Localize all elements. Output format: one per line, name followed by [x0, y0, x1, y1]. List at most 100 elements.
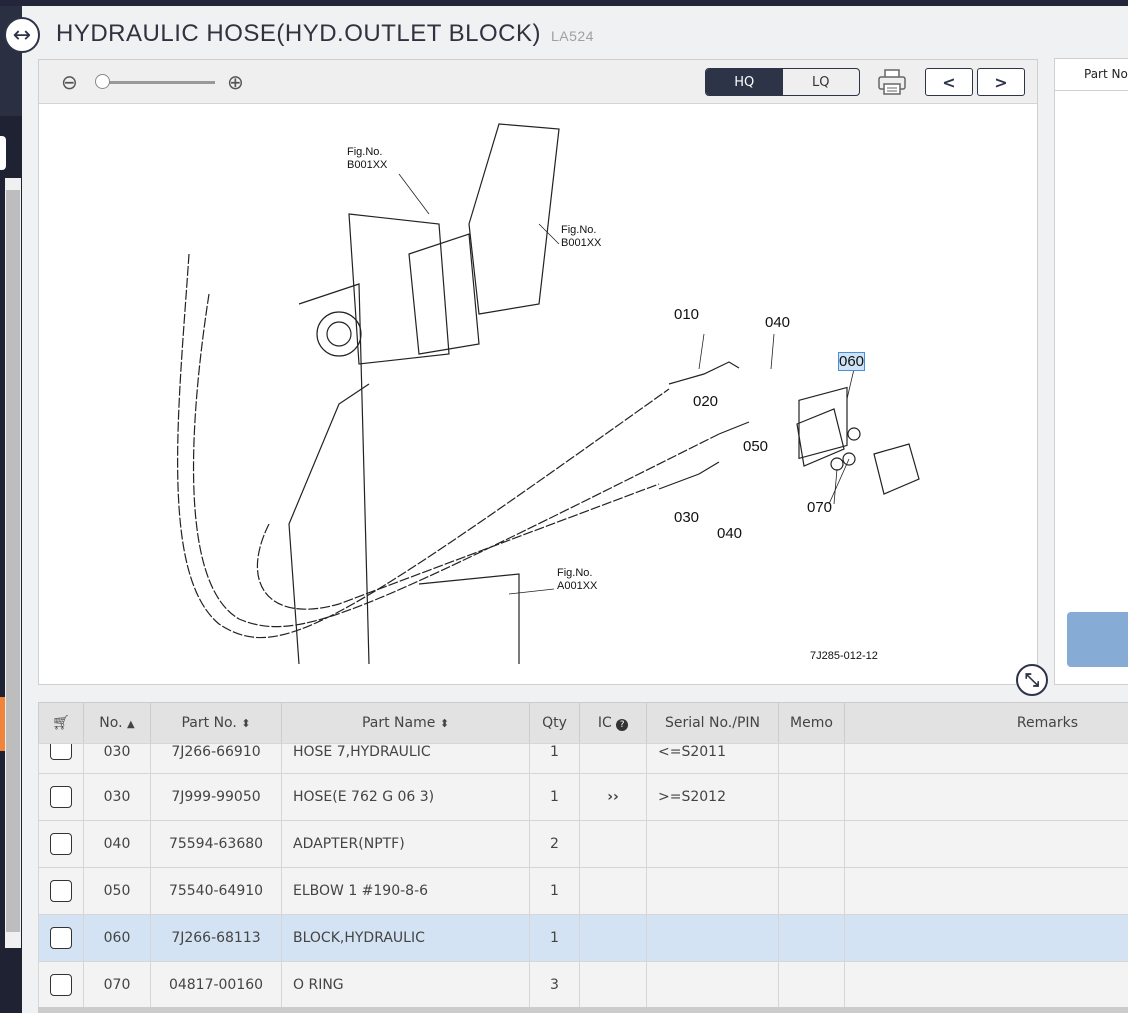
- top-bar: [0, 0, 1128, 6]
- model-code: LA524: [550, 28, 594, 44]
- cell-serial: [646, 961, 779, 1008]
- cell-qty: 1: [529, 914, 580, 962]
- right-panel-button[interactable]: [1067, 612, 1128, 667]
- cell-part-name: ADAPTER(NPTF): [281, 820, 530, 868]
- cell-no: 060: [83, 914, 151, 962]
- column-header-qty: Qty: [529, 702, 580, 745]
- add-to-cart-checkbox[interactable]: [50, 833, 72, 855]
- parts-table-body[interactable]: 030 7J266-66910 HOSE 7,HYDRAULIC 1 <=S2011 03…: [38, 743, 1128, 1008]
- cell-checkbox[interactable]: [38, 867, 84, 915]
- figure-reference-label[interactable]: Fig.No. B001XX: [347, 146, 387, 172]
- diagram-illustration: [177, 123, 920, 665]
- cell-no: 050: [83, 867, 151, 915]
- sidebar-scrollbar[interactable]: [5, 178, 21, 948]
- cell-part-no: 75540-64910: [150, 867, 282, 915]
- part-callout-020[interactable]: 020: [693, 393, 718, 410]
- table-row[interactable]: 030 7J266-66910 HOSE 7,HYDRAULIC 1 <=S2011: [38, 743, 1128, 774]
- scrollbar-thumb[interactable]: [6, 190, 20, 932]
- drawing-number: 7J285-012-12: [810, 650, 878, 662]
- add-to-cart-checkbox[interactable]: [50, 744, 72, 760]
- next-button[interactable]: >: [977, 68, 1025, 96]
- add-to-cart-checkbox[interactable]: [50, 927, 72, 949]
- chevron-left-icon: <: [942, 72, 956, 92]
- add-to-cart-checkbox[interactable]: [50, 786, 72, 808]
- figure-reference-label[interactable]: Fig.No. B001XX: [561, 224, 601, 250]
- cell-no: 030: [83, 773, 151, 821]
- parts-table: 030 7J266-66910 HOSE 7,HYDRAULIC 1 <=S2011 03…: [38, 743, 1128, 1008]
- header-label: Part Name: [361, 714, 436, 731]
- column-header-no[interactable]: No. ▲: [83, 702, 151, 745]
- horizontal-scrollbar[interactable]: [38, 1007, 1128, 1013]
- table-row[interactable]: 040 75594-63680 ADAPTER(NPTF) 2: [38, 820, 1128, 868]
- cell-no: 030: [83, 743, 151, 774]
- cell-checkbox[interactable]: [38, 773, 84, 821]
- cell-ic[interactable]: ››: [579, 773, 647, 821]
- sort-asc-icon: ▲: [127, 718, 135, 730]
- cell-serial: [646, 820, 779, 868]
- cell-checkbox[interactable]: [38, 914, 84, 962]
- cell-part-no: 7J999-99050: [150, 773, 282, 821]
- cell-checkbox[interactable]: [38, 743, 84, 774]
- column-header-ic: IC ?: [579, 702, 647, 745]
- cell-ic: [579, 820, 647, 868]
- cell-qty: 1: [529, 867, 580, 915]
- column-header-part-name[interactable]: Part Name ⬍: [281, 702, 530, 745]
- double-arrow-icon: ↔: [12, 22, 32, 48]
- cell-part-name: O RING: [281, 961, 530, 1008]
- add-to-cart-checkbox[interactable]: [50, 974, 72, 996]
- help-icon[interactable]: ?: [616, 718, 629, 731]
- cell-serial: >=S2012: [646, 773, 779, 821]
- cell-serial: [646, 867, 779, 915]
- lq-button[interactable]: LQ: [783, 69, 860, 95]
- parts-diagram[interactable]: Fig.No. B001XX Fig.No. B001XX Fig.No. A0…: [39, 104, 1037, 684]
- zoom-slider-handle[interactable]: [95, 74, 110, 89]
- add-to-cart-checkbox[interactable]: [50, 880, 72, 902]
- print-icon[interactable]: [877, 68, 907, 96]
- column-header-memo: Memo: [778, 702, 845, 745]
- part-callout-050[interactable]: 050: [743, 438, 768, 455]
- part-callout-040[interactable]: 040: [717, 525, 742, 542]
- right-panel-header: Part No: [1055, 59, 1128, 91]
- cell-checkbox[interactable]: [38, 820, 84, 868]
- table-row[interactable]: 070 04817-00160 O RING 3: [38, 961, 1128, 1008]
- viewer-toolbar: ⊖ ⊕ HQ LQ < >: [39, 60, 1037, 104]
- previous-button[interactable]: <: [925, 68, 973, 96]
- cell-part-no: 7J266-66910: [150, 743, 282, 774]
- cell-remarks: [844, 961, 1128, 1008]
- zoom-slider-track[interactable]: [97, 81, 215, 84]
- sidebar-tab[interactable]: [0, 136, 6, 170]
- parts-table-header: 🛒︎ No. ▲ Part No. ⬍ Part Name ⬍ Qty IC ?…: [38, 702, 1128, 745]
- part-callout-060[interactable]: 060: [837, 352, 866, 371]
- cell-qty: 3: [529, 961, 580, 1008]
- header-label: IC: [597, 714, 612, 731]
- cell-part-no: 7J266-68113: [150, 914, 282, 962]
- chevron-right-icon: >: [994, 72, 1008, 92]
- column-header-serial: Serial No./PIN: [646, 702, 779, 745]
- part-callout-030[interactable]: 030: [674, 509, 699, 526]
- toggle-sidebar-button[interactable]: ↔: [4, 17, 40, 53]
- hq-button[interactable]: HQ: [706, 69, 783, 95]
- sort-icon: ⬍: [241, 716, 251, 730]
- zoom-in-icon[interactable]: ⊕: [227, 70, 244, 94]
- cell-part-name: HOSE(E 762 G 06 3): [281, 773, 530, 821]
- cell-part-name: HOSE 7,HYDRAULIC: [281, 743, 530, 774]
- cart-column-header[interactable]: 🛒︎: [38, 702, 84, 745]
- cell-remarks: [844, 867, 1128, 915]
- part-callout-040[interactable]: 040: [765, 314, 790, 331]
- cell-checkbox[interactable]: [38, 961, 84, 1008]
- part-callout-070[interactable]: 070: [807, 499, 832, 516]
- part-callout-010[interactable]: 010: [674, 306, 699, 323]
- sort-icon: ⬍: [439, 716, 450, 730]
- table-row[interactable]: 050 75540-64910 ELBOW 1 #190-8-6 1: [38, 867, 1128, 915]
- table-row[interactable]: 030 7J999-99050 HOSE(E 762 G 06 3) 1 ›› >=S20…: [38, 773, 1128, 821]
- cell-remarks: [844, 914, 1128, 962]
- expand-button[interactable]: ⤡: [1016, 664, 1048, 696]
- resize-arrows-icon: ⤡: [1024, 669, 1040, 691]
- figure-reference-label[interactable]: Fig.No. A001XX: [557, 567, 597, 593]
- cell-ic: [579, 867, 647, 915]
- cell-memo: [778, 867, 845, 915]
- table-row[interactable]: 060 7J266-68113 BLOCK,HYDRAULIC 1: [38, 914, 1128, 962]
- column-header-part-no[interactable]: Part No. ⬍: [150, 702, 282, 745]
- cell-part-no: 04817-00160: [150, 961, 282, 1008]
- zoom-out-icon[interactable]: ⊖: [61, 70, 78, 94]
